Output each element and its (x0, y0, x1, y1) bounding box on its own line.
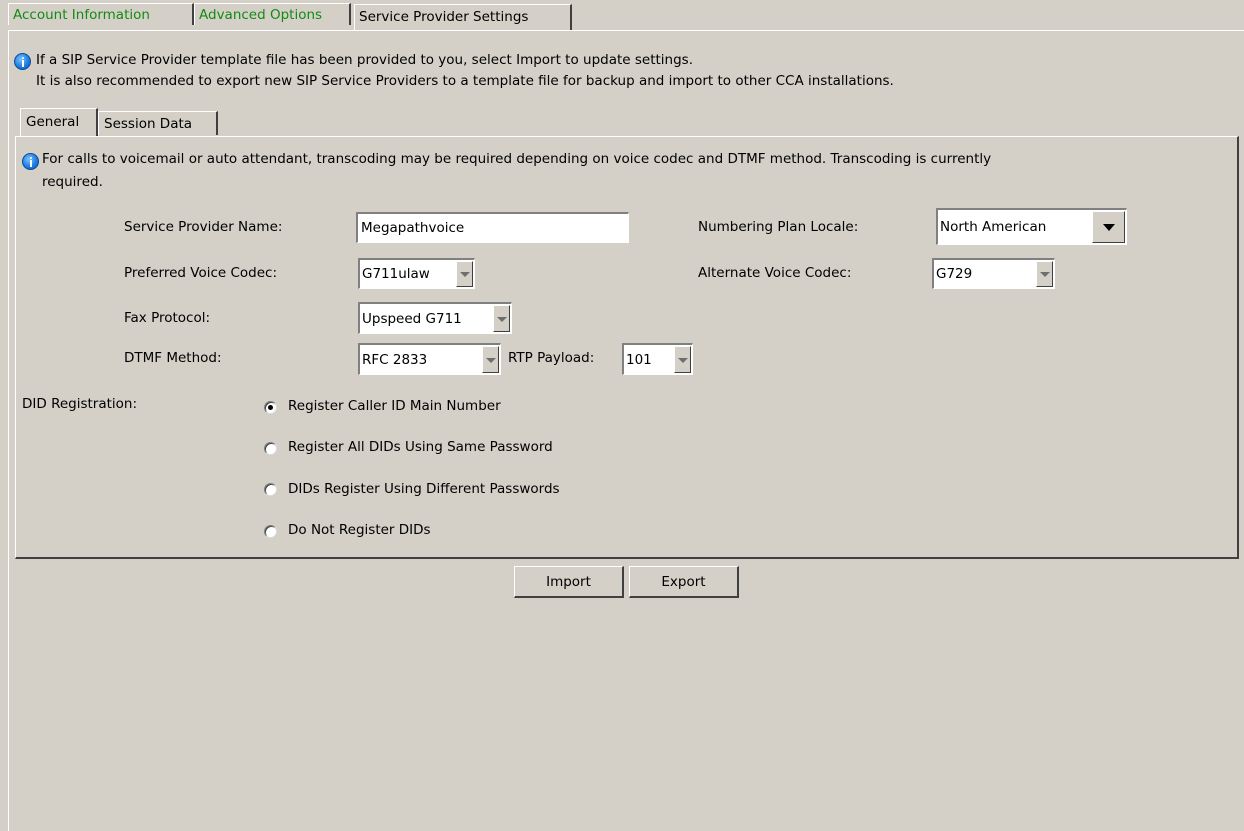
preferred-codec-value: G711ulaw (362, 266, 430, 282)
radio-label[interactable]: Do Not Register DIDs (288, 522, 431, 538)
alternate-codec-label: Alternate Voice Codec: (698, 265, 852, 281)
transcoding-notice-line-1: For calls to voicemail or auto attendant… (42, 151, 992, 167)
chevron-down-icon[interactable] (482, 346, 499, 373)
panel-left-edge (8, 30, 9, 831)
tab-general[interactable]: General (20, 108, 98, 136)
alternate-codec-value: G729 (936, 266, 973, 282)
preferred-codec-label: Preferred Voice Codec: (124, 265, 278, 281)
tab-panel-border (8, 30, 1244, 31)
tab-session-data[interactable]: Session Data (98, 111, 218, 135)
chevron-down-icon[interactable] (456, 261, 473, 287)
dtmf-method-select[interactable]: RFC 2833 (358, 343, 501, 375)
dtmf-method-value: RFC 2833 (362, 351, 428, 368)
tab-label: General (26, 114, 80, 130)
chevron-down-icon[interactable] (1092, 211, 1125, 243)
transcoding-notice-line-2: required. (42, 174, 103, 190)
provider-name-label: Service Provider Name: (124, 219, 283, 235)
radio-register-same-password[interactable] (264, 442, 277, 455)
info-icon (14, 53, 31, 70)
export-button-label: Export (661, 573, 706, 590)
import-button-label: Import (546, 573, 591, 590)
radio-label[interactable]: DIDs Register Using Different Passwords (288, 481, 560, 497)
tab-advanced-options[interactable]: Advanced Options (194, 3, 351, 25)
rtp-payload-value: 101 (626, 351, 652, 368)
export-button[interactable]: Export (629, 566, 739, 598)
numbering-plan-label: Numbering Plan Locale: (698, 219, 859, 235)
tab-label: Account Information (13, 7, 150, 23)
numbering-plan-select[interactable]: North American (936, 208, 1127, 245)
tab-label: Service Provider Settings (359, 9, 529, 25)
tab-service-provider-settings[interactable]: Service Provider Settings (354, 4, 572, 30)
dtmf-method-label: DTMF Method: (124, 350, 222, 366)
chevron-down-icon[interactable] (1036, 261, 1053, 287)
fax-protocol-value: Upspeed G711 (362, 310, 462, 327)
radio-label[interactable]: Register Caller ID Main Number (288, 398, 501, 414)
chevron-down-icon[interactable] (674, 346, 691, 373)
provider-name-input[interactable] (356, 212, 629, 243)
rtp-payload-label: RTP Payload: (508, 350, 595, 366)
rtp-payload-select[interactable]: 101 (622, 343, 693, 375)
tab-account-information[interactable]: Account Information (8, 3, 194, 25)
radio-label[interactable]: Register All DIDs Using Same Password (288, 439, 553, 455)
preferred-codec-select[interactable]: G711ulaw (358, 258, 475, 289)
radio-register-main-number[interactable] (264, 401, 277, 414)
radio-register-different-passwords[interactable] (264, 483, 277, 496)
radio-do-not-register[interactable] (264, 525, 277, 538)
tab-label: Session Data (104, 116, 193, 132)
notice-line-1: If a SIP Service Provider template file … (36, 52, 694, 68)
fax-protocol-label: Fax Protocol: (124, 310, 211, 326)
info-icon (22, 153, 39, 170)
notice-line-2: It is also recommended to export new SIP… (36, 73, 894, 89)
alternate-codec-select[interactable]: G729 (932, 258, 1055, 289)
did-registration-label: DID Registration: (22, 396, 138, 412)
numbering-plan-value: North American (940, 219, 1047, 235)
fax-protocol-select[interactable]: Upspeed G711 (358, 302, 512, 334)
import-button[interactable]: Import (514, 566, 624, 598)
tab-label: Advanced Options (199, 7, 323, 23)
chevron-down-icon[interactable] (493, 305, 510, 332)
